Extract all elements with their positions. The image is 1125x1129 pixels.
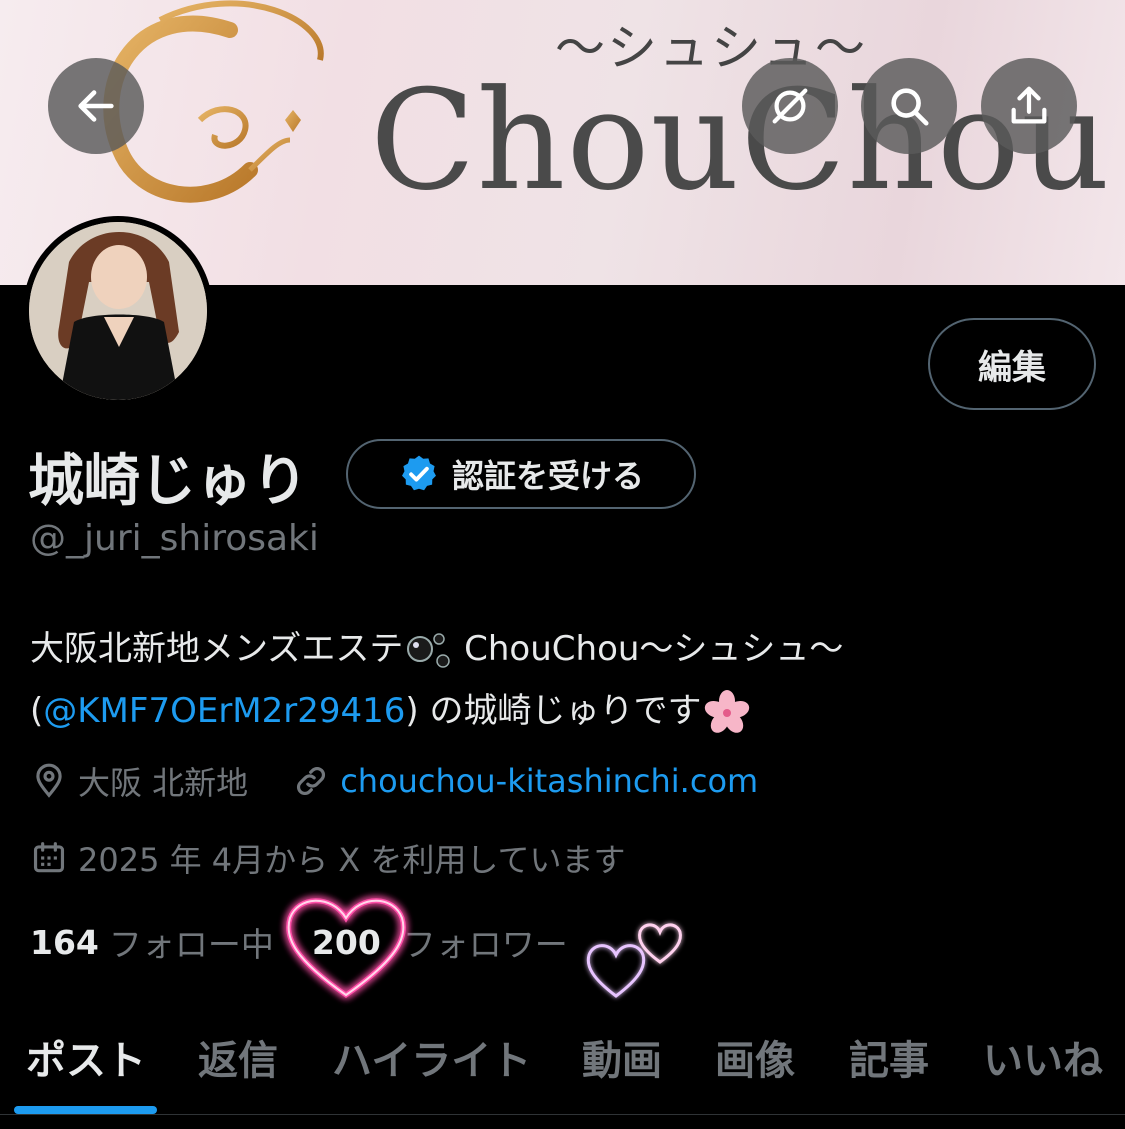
tab-articles[interactable]: 記事 [849,1028,929,1086]
grok-button[interactable] [742,58,838,154]
location-website-row: 大阪 北新地 chouchou-kitashinchi.com [30,758,758,804]
calendar-icon [33,842,65,873]
back-button[interactable] [48,58,144,154]
location-pin-icon [36,763,62,798]
tab-posts[interactable]: ポスト [26,1028,146,1086]
get-verified-button[interactable]: 認証を受ける [346,439,696,509]
bio-text-1: 大阪北新地メンズエステ [30,629,404,669]
neon-heart-icon [286,898,406,999]
bio-text-2: ) の城崎じゅりです [405,691,702,731]
bio-line-2: (@KMF7OErM2r29416) の城崎じゅりです [30,680,1100,742]
grok-icon [772,88,808,124]
tab-photos[interactable]: 画像 [715,1028,795,1086]
tab-highlights[interactable]: ハイライト [332,1028,531,1086]
search-button[interactable] [861,58,957,154]
share-icon [1011,86,1047,124]
get-verified-label: 認証を受ける [451,457,644,495]
website-link[interactable]: chouchou-kitashinchi.com [340,762,758,800]
tab-videos[interactable]: 動画 [582,1028,662,1086]
edit-profile-button[interactable]: 編集 [928,318,1096,410]
avatar[interactable] [23,216,213,406]
tab-likes[interactable]: いいね [983,1028,1103,1086]
following-link[interactable]: 164 フォロー中 [30,918,274,966]
following-label: フォロー中 [108,925,274,964]
following-count: 164 [30,922,99,962]
followers-label: フォロワー [402,925,568,964]
verified-badge-icon [402,455,436,491]
bubbles-emoji-icon [407,632,451,668]
location-text: 大阪 北新地 [78,764,249,802]
joined-row: 2025 年 4月から X を利用しています [30,835,625,881]
share-button[interactable] [981,58,1077,154]
active-tab-indicator [14,1106,157,1114]
display-name: 城崎じゅり [28,449,308,514]
profile-bio: 大阪北新地メンズエステ ChouChou〜シュシュ〜 (@KMF7OErM2r2… [30,618,1100,742]
link-icon [297,767,326,795]
avatar-photo [29,222,207,400]
tabs-divider [0,1114,1125,1115]
bio-line-1: 大阪北新地メンズエステ ChouChou〜シュシュ〜 [30,618,1100,680]
small-neon-hearts-icon [586,923,682,998]
bio-mention-link[interactable]: @KMF7OErM2r29416 [43,691,405,731]
tab-replies[interactable]: 返信 [198,1028,278,1086]
arrow-left-icon [78,90,114,122]
user-handle: @_juri_shirosaki [30,518,319,559]
bio-paren-open: ( [30,691,44,731]
bio-brand-text: ChouChou〜シュシュ〜 [453,629,844,669]
cherry-blossom-emoji-icon [704,689,749,733]
joined-date-text: 2025 年 4月から X を利用しています [78,841,626,879]
search-icon [891,88,929,126]
profile-tabs: ポスト 返信 ハイライト 動画 画像 記事 いいね [0,1010,1125,1129]
